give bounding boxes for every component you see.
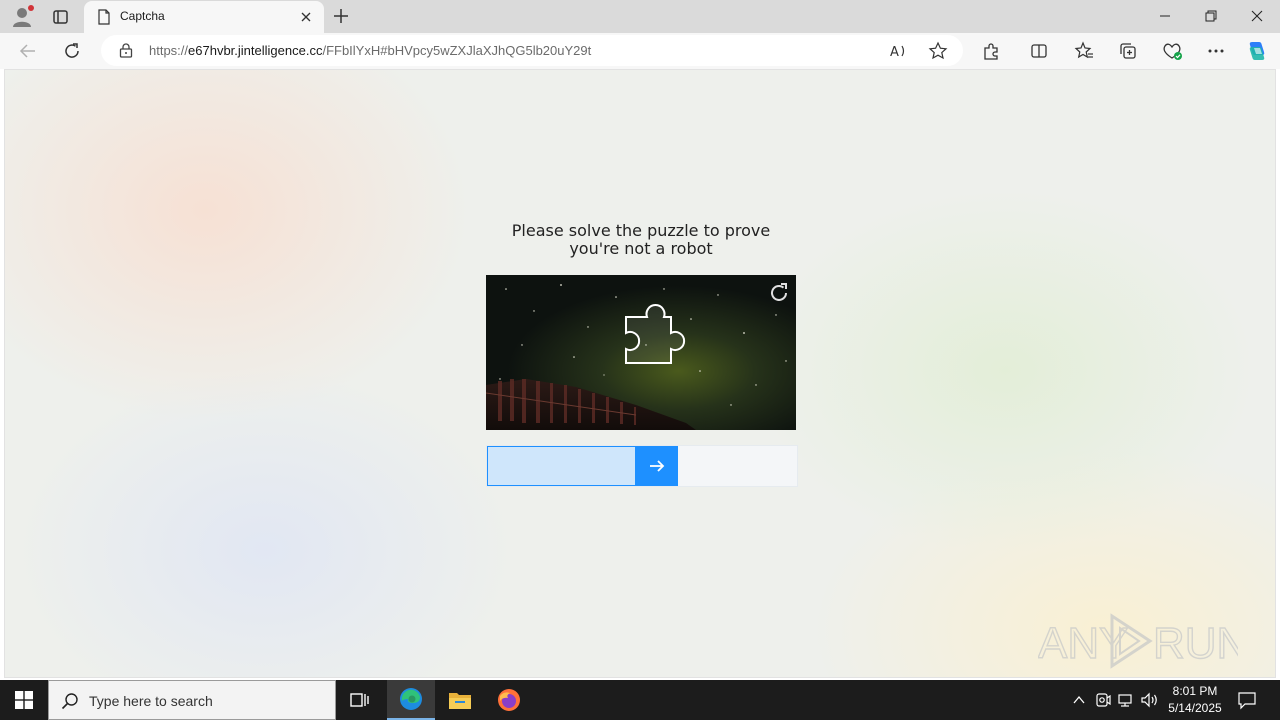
browser-essentials-icon[interactable] (1160, 39, 1184, 63)
lock-icon[interactable] (119, 43, 133, 58)
favorites-icon[interactable] (1072, 39, 1096, 63)
url-path: /FFbIlYxH#bHVpcy5wZXJlaXJhQG5lb20uY29t (322, 43, 592, 58)
task-view-icon[interactable] (336, 680, 384, 720)
close-icon[interactable] (298, 9, 314, 25)
watermark-right: RUN (1153, 619, 1238, 668)
slider-progress-track (487, 446, 636, 486)
svg-text:A: A (890, 45, 899, 60)
arrow-right-icon (650, 460, 665, 472)
windows-icon[interactable] (0, 680, 48, 720)
captcha-prompt: Please solve the puzzle to prove you're … (445, 222, 837, 258)
back-icon[interactable] (16, 39, 40, 63)
prompt-line-1: Please solve the puzzle to prove (511, 221, 771, 240)
browser-toolbar: https://e67hvbr.jintelligence.cc/FFbIlYx… (0, 33, 1280, 69)
collections-icon[interactable] (1116, 39, 1140, 63)
page-viewport: Please solve the puzzle to prove you're … (4, 69, 1276, 678)
chevron-up-icon[interactable] (1069, 690, 1089, 710)
star-icon[interactable] (926, 39, 950, 63)
prompt-line-2: you're not a robot (569, 239, 713, 258)
clock-time: 8:01 PM (1172, 684, 1218, 698)
tab-actions-icon[interactable] (46, 4, 74, 30)
profile-icon[interactable] (8, 3, 36, 31)
search-icon (61, 692, 79, 710)
taskbar-clock[interactable]: 8:01 PM 5/14/2025 (1160, 683, 1230, 717)
search-placeholder: Type here to search (89, 693, 213, 709)
restore-icon[interactable] (1188, 0, 1234, 32)
edge-icon[interactable] (387, 680, 435, 720)
page-icon (96, 9, 112, 25)
file-explorer-icon[interactable] (436, 680, 484, 720)
plus-icon[interactable] (330, 5, 352, 27)
close-window-icon[interactable] (1234, 0, 1280, 32)
firefox-icon[interactable] (485, 680, 533, 720)
anyrun-watermark: ANY RUN (1037, 608, 1249, 672)
title-bar: Captcha (0, 0, 1280, 33)
volume-icon[interactable] (1140, 690, 1160, 710)
watermark-left: ANY (1038, 619, 1128, 668)
extensions-icon[interactable] (979, 39, 1003, 63)
more-icon[interactable] (1204, 39, 1228, 63)
split-screen-icon[interactable] (1027, 39, 1051, 63)
tab-captcha[interactable]: Captcha (84, 1, 324, 33)
clock-date: 5/14/2025 (1168, 701, 1222, 715)
captcha-slider[interactable] (486, 445, 798, 487)
refresh-icon[interactable] (60, 39, 84, 63)
network-icon[interactable] (1116, 690, 1136, 710)
url-host: e67hvbr.jintelligence.cc (188, 43, 323, 58)
tab-title: Captcha (120, 9, 165, 23)
meet-icon[interactable] (1093, 690, 1113, 710)
puzzle-piece-icon (625, 304, 686, 364)
copilot-icon[interactable] (1245, 39, 1269, 63)
read-aloud-icon[interactable]: A (886, 39, 910, 63)
taskbar: Type here to search 8:01 PM 5/14/2025 (0, 680, 1280, 720)
notification-icon[interactable] (1236, 690, 1258, 710)
slider-handle[interactable] (636, 446, 678, 486)
taskbar-search-box[interactable]: Type here to search (48, 680, 336, 720)
url-text[interactable]: https://e67hvbr.jintelligence.cc/FFbIlYx… (149, 43, 591, 58)
puzzle-image (486, 275, 796, 430)
url-scheme: https:// (149, 43, 189, 58)
refresh-puzzle-icon[interactable] (767, 281, 791, 305)
minimize-icon[interactable] (1142, 0, 1188, 32)
address-bar[interactable]: https://e67hvbr.jintelligence.cc/FFbIlYx… (101, 35, 963, 66)
